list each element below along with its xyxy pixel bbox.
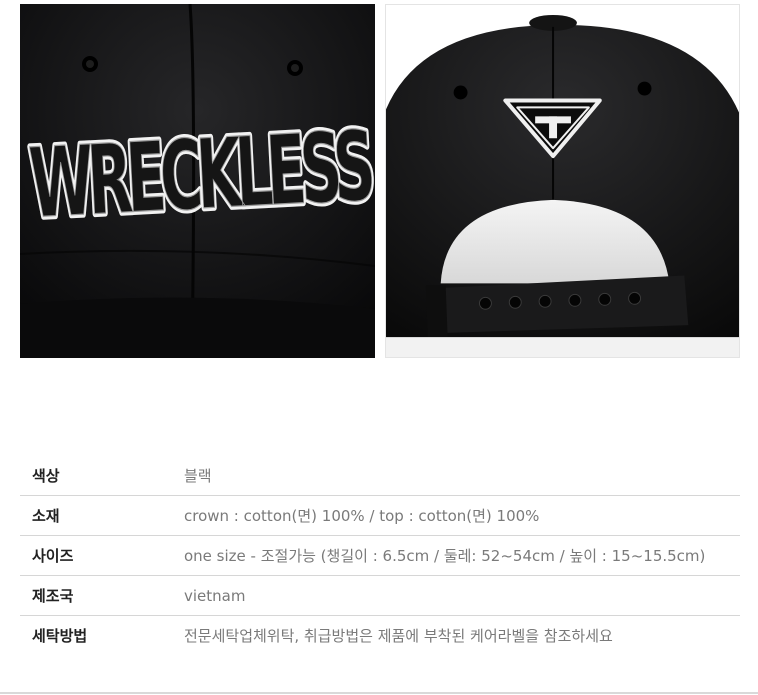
back-strap-photo: [385, 4, 740, 358]
spec-row-size: 사이즈 one size - 조절가능 (챙길이 : 6.5cm / 둘레: 5…: [20, 535, 740, 576]
spec-table: 색상 블랙 소재 crown : cotton(면) 100% / top : …: [20, 456, 740, 655]
bottom-divider: [0, 692, 758, 694]
back-strap-image: [386, 5, 739, 357]
spec-value: 블랙: [184, 456, 740, 496]
spec-row-washing: 세탁방법 전문세탁업체위탁, 취급방법은 제품에 부착된 케어라벨을 참조하세요: [20, 616, 740, 656]
spec-value: 전문세탁업체위탁, 취급방법은 제품에 부착된 케어라벨을 참조하세요: [184, 627, 613, 645]
spec-label: 사이즈: [20, 535, 184, 576]
front-embroidery-photo: WRECKLESS WRECKLESS: [20, 4, 375, 358]
spec-value: vietnam: [184, 575, 740, 616]
spec-row-country: 제조국 vietnam: [20, 575, 740, 616]
front-embroidery-image: WRECKLESS WRECKLESS: [20, 4, 375, 358]
spec-label: 세탁방법: [32, 627, 88, 645]
spec-label: 색상: [20, 456, 184, 496]
svg-text:WRECKLESS: WRECKLESS: [27, 110, 375, 240]
spec-value: crown : cotton(면) 100% / top : cotton(면)…: [184, 495, 740, 536]
spec-value: one size - 조절가능 (챙길이 : 6.5cm / 둘레: 52~54…: [184, 535, 740, 576]
spec-row-color: 색상 블랙: [20, 456, 740, 496]
spec-label: 제조국: [20, 575, 184, 616]
spec-row-material: 소재 crown : cotton(면) 100% / top : cotton…: [20, 495, 740, 536]
spec-label: 소재: [20, 495, 184, 536]
